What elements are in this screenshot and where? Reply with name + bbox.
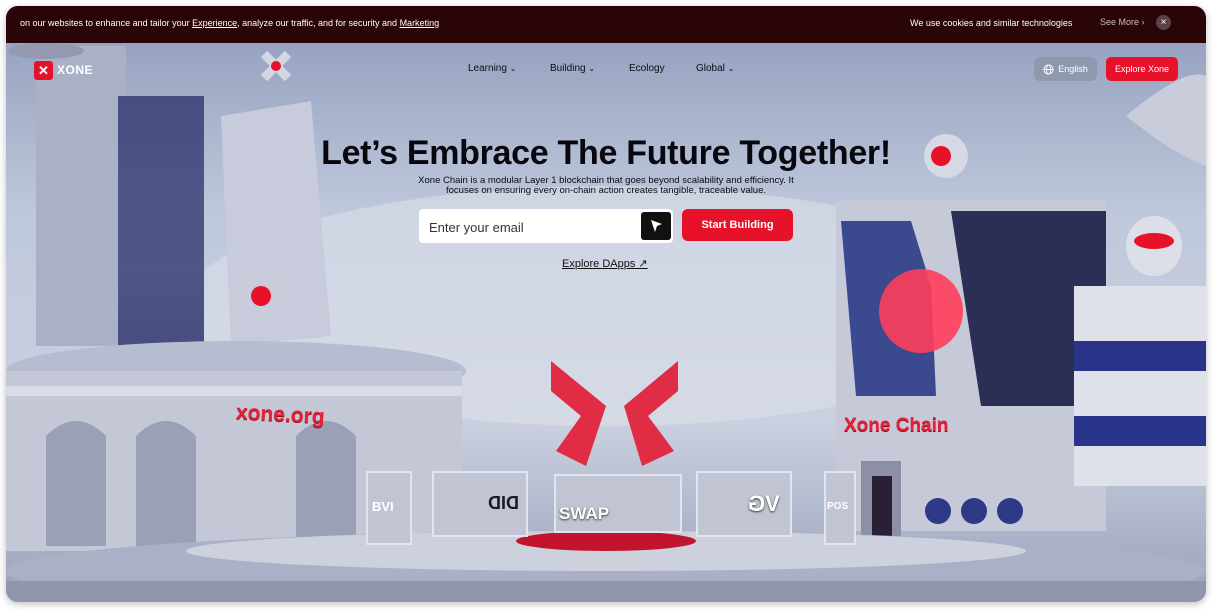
nav-item-global[interactable]: Global ⌄ <box>696 63 734 74</box>
hero-subtitle-line: focuses on ensuring every on-chain actio… <box>445 185 767 196</box>
scene-screen-bvi: BVI <box>366 471 412 545</box>
cookie-banner: on our websites to enhance and tailor yo… <box>6 6 1206 43</box>
see-more-label: See More <box>1100 17 1140 27</box>
scene-screen-vg: VG <box>696 471 792 537</box>
globe-icon <box>1043 63 1054 75</box>
scene-screen-label: SWAP <box>559 504 610 523</box>
chevron-down-icon: ⌄ <box>727 64 735 73</box>
close-icon: × <box>1160 17 1167 28</box>
scene-sign-xone-chain: Xone Chain <box>844 415 949 436</box>
start-building-button[interactable]: Start Building <box>682 209 793 241</box>
browser-viewport: xone.org Xone Chain BVI DID SWAP VG POS … <box>6 6 1206 602</box>
language-button[interactable]: English <box>1034 57 1097 81</box>
explore-dapps-link[interactable]: Explore DApps ↗ <box>562 257 648 270</box>
scene-sign-xone-org: xone.org <box>235 400 326 429</box>
nav-item-label: Global <box>696 63 725 74</box>
hero-title: Let’s Embrace The Future Together! <box>321 134 891 172</box>
nav-item-ecology[interactable]: Ecology <box>629 63 665 74</box>
scene-screen-label: POS <box>827 501 849 512</box>
cookie-notice: We use cookies and similar technologies <box>910 18 1073 28</box>
marketing-link[interactable]: Marketing <box>400 18 440 28</box>
xone-logo-icon: ✕ <box>34 60 53 80</box>
chevron-down-icon: ⌄ <box>509 64 517 73</box>
chevron-down-icon: ⌄ <box>588 64 596 73</box>
see-more-link[interactable]: See More › <box>1100 17 1145 27</box>
scene-screen-did: DID <box>432 471 528 537</box>
explore-xone-button[interactable]: Explore Xone <box>1106 57 1178 81</box>
email-input[interactable] <box>427 209 631 245</box>
email-submit-button[interactable] <box>641 212 671 240</box>
scene-screen-pos: POS <box>824 471 856 545</box>
nav-item-label: Building <box>550 63 586 74</box>
cookie-message: on our websites to enhance and tailor yo… <box>20 18 439 28</box>
logo-text: XONE <box>57 63 94 77</box>
language-label: English <box>1058 64 1088 74</box>
email-form <box>419 209 673 245</box>
nav-item-learning[interactable]: Learning ⌄ <box>468 63 516 74</box>
scene-screen-label: VG <box>748 491 780 516</box>
nav-item-building[interactable]: Building ⌄ <box>550 63 595 74</box>
scene-screen-label: BVI <box>372 499 394 514</box>
experience-link[interactable]: Experience <box>192 18 237 28</box>
cookie-message-middle: , analyze our traffic, and for security … <box>237 18 400 28</box>
scene-screen-label: DID <box>488 493 519 513</box>
cursor-arrow-icon <box>651 220 662 232</box>
cookie-close-button[interactable]: × <box>1156 15 1171 30</box>
nav-item-label: Ecology <box>629 63 665 74</box>
xone-logo[interactable]: ✕ XONE <box>34 60 93 80</box>
hero-subtitle: Xone Chain is a modular Layer 1 blockcha… <box>386 176 826 196</box>
cookie-message-start: on our websites to enhance and tailor yo… <box>20 18 193 28</box>
nav-item-label: Learning <box>468 63 507 74</box>
scene-screen-swap: SWAP <box>554 474 682 533</box>
chevron-right-icon: › <box>1141 17 1145 27</box>
